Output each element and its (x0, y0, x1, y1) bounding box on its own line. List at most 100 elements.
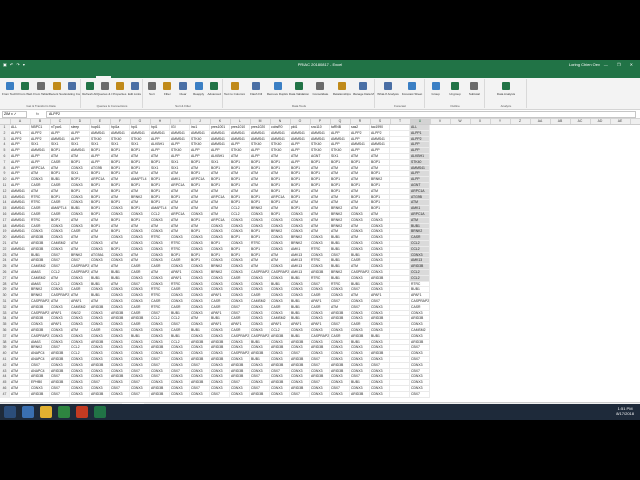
relationships-icon[interactable] (337, 82, 346, 90)
column-header-aa[interactable]: AA (530, 119, 551, 124)
text-to-columns-button[interactable]: Text to Columns (224, 92, 245, 96)
flash-fill-icon[interactable] (252, 82, 261, 90)
column-header-h[interactable]: H (150, 119, 171, 124)
from-table-range-icon[interactable] (37, 82, 45, 90)
from-table-range-button[interactable]: From Table/Range (33, 92, 49, 96)
excel-taskbar-icon[interactable] (94, 406, 106, 418)
column-header-t[interactable]: T (390, 119, 411, 124)
queries-connections-button[interactable]: Queries & Connections (97, 92, 112, 96)
clear-button[interactable]: Clear (175, 92, 191, 96)
column-header-r[interactable]: R (350, 119, 371, 124)
remove-duplicates-button[interactable]: Remove Duplicates (267, 92, 288, 96)
column-header-y[interactable]: Y (490, 119, 511, 124)
cell[interactable]: ARID3B (250, 391, 270, 398)
ungroup-button[interactable]: Ungroup (445, 92, 464, 96)
column-header-q[interactable]: Q (330, 119, 351, 124)
what-if-analysis-icon[interactable] (384, 82, 392, 90)
name-box[interactable]: ZIM x ✓ (2, 111, 27, 118)
filter-button[interactable]: Filter (160, 92, 176, 96)
manage-data-model-icon[interactable] (359, 82, 368, 90)
column-header-v[interactable]: V (430, 119, 451, 124)
data-analysis-button[interactable]: Data Analysis (486, 92, 526, 96)
refresh-all-button[interactable]: Refresh All (82, 92, 97, 96)
existing-connections-icon[interactable] (68, 82, 77, 90)
media-taskbar-icon[interactable] (58, 406, 70, 418)
column-header-p[interactable]: P (310, 119, 331, 124)
column-header-x[interactable]: X (470, 119, 491, 124)
column-header-z[interactable]: Z (510, 119, 531, 124)
sort-icon[interactable] (147, 82, 156, 90)
cell[interactable]: CDNX3 (170, 391, 190, 398)
column-header-s[interactable]: S (370, 119, 391, 124)
column-header-m[interactable]: M (250, 119, 271, 124)
recent-sources-icon[interactable] (52, 82, 61, 90)
cell[interactable]: CDNX3 (330, 391, 350, 398)
consolidate-icon[interactable] (316, 82, 325, 90)
user-name[interactable]: Loring Chien Oev (569, 60, 600, 69)
data-validation-button[interactable]: Data Validation (288, 92, 309, 96)
column-header-c[interactable]: C (50, 119, 71, 124)
start-button[interactable] (4, 406, 16, 418)
folder-taskbar-icon[interactable] (40, 406, 52, 418)
existing-connections-button[interactable]: Existing Connections (64, 92, 80, 96)
edit-links-icon[interactable] (130, 82, 139, 90)
filter-icon[interactable] (163, 82, 172, 90)
window-controls[interactable]: — ❐ ✕ (604, 60, 637, 69)
column-header-o[interactable]: O (290, 119, 311, 124)
from-text-csv-button[interactable]: From Text/CSV (2, 92, 18, 96)
data-validation-icon[interactable] (295, 82, 303, 90)
column-header-j[interactable]: J (190, 119, 211, 124)
column-header-f[interactable]: F (110, 119, 131, 124)
column-header-g[interactable]: G (130, 119, 151, 124)
queries-connections-icon[interactable] (100, 82, 109, 90)
flash-fill-button[interactable]: Flash Fill (245, 92, 266, 96)
edit-links-button[interactable]: Edit Links (127, 92, 142, 96)
cell[interactable]: CDNX3 (190, 391, 210, 398)
group-button[interactable]: Group (426, 92, 445, 96)
forecast-sheet-button[interactable]: Forecast Sheet (400, 92, 424, 96)
column-header-w[interactable]: W (450, 119, 471, 124)
column-header-k[interactable]: K (210, 119, 231, 124)
worksheet-grid[interactable]: A B C D E F G H I J K L M N O P Q R S T U V W X Y Z AA AB AC AD AE 1 AL… (0, 119, 640, 402)
recent-sources-button[interactable]: Recent Sources (49, 92, 65, 96)
ungroup-icon[interactable] (451, 82, 459, 90)
what-if-analysis-button[interactable]: What-If Analysis (376, 92, 400, 96)
column-header-b[interactable]: B (30, 119, 51, 124)
cell[interactable]: CDNX3 (70, 391, 90, 398)
cell[interactable]: ARID3B (150, 391, 170, 398)
column-header-ab[interactable]: AB (550, 119, 571, 124)
forecast-sheet-icon[interactable] (408, 82, 416, 90)
remove-duplicates-icon[interactable] (273, 82, 282, 90)
column-header-n[interactable]: N (270, 119, 291, 124)
clock[interactable]: 1:51 PM 8/17/2018 (616, 406, 634, 416)
refresh-all-icon[interactable] (85, 82, 94, 90)
formula-input[interactable]: ALPP2 (46, 111, 636, 118)
column-header-u[interactable]: U (410, 119, 431, 124)
clear-icon[interactable] (179, 82, 187, 90)
cell[interactable]: ARID3B (90, 391, 110, 398)
from-text-csv-icon[interactable] (5, 82, 14, 90)
row-header[interactable]: 47 (0, 391, 10, 398)
cell[interactable]: ARID3B (350, 391, 370, 398)
cell[interactable]: CDNX3 (310, 391, 330, 398)
data-analysis-icon[interactable] (502, 82, 510, 90)
ie-taskbar-icon[interactable] (22, 406, 34, 418)
column-header-i[interactable]: I (170, 119, 191, 124)
column-header-a[interactable]: A (10, 119, 31, 124)
reapply-button[interactable]: Reapply (191, 92, 207, 96)
column-header-l[interactable]: L (230, 119, 251, 124)
cell[interactable]: CDNX3 (370, 391, 390, 398)
fx-icon[interactable]: fx (36, 110, 39, 118)
column-header-ae[interactable]: AE (610, 119, 631, 124)
relationships-button[interactable]: Relationships (331, 92, 352, 96)
cell[interactable]: CBX7 (410, 391, 430, 398)
cell[interactable]: CDNX3 (270, 391, 290, 398)
column-header-d[interactable]: D (70, 119, 91, 124)
cell[interactable]: ARID3B (30, 391, 50, 398)
cell[interactable]: CBX7 (50, 391, 70, 398)
cell[interactable]: CBX7 (210, 391, 230, 398)
column-header-ac[interactable]: AC (570, 119, 591, 124)
cell[interactable]: CBX7 (290, 391, 310, 398)
reapply-icon[interactable] (194, 82, 203, 90)
consolidate-button[interactable]: Consolidate (310, 92, 331, 96)
